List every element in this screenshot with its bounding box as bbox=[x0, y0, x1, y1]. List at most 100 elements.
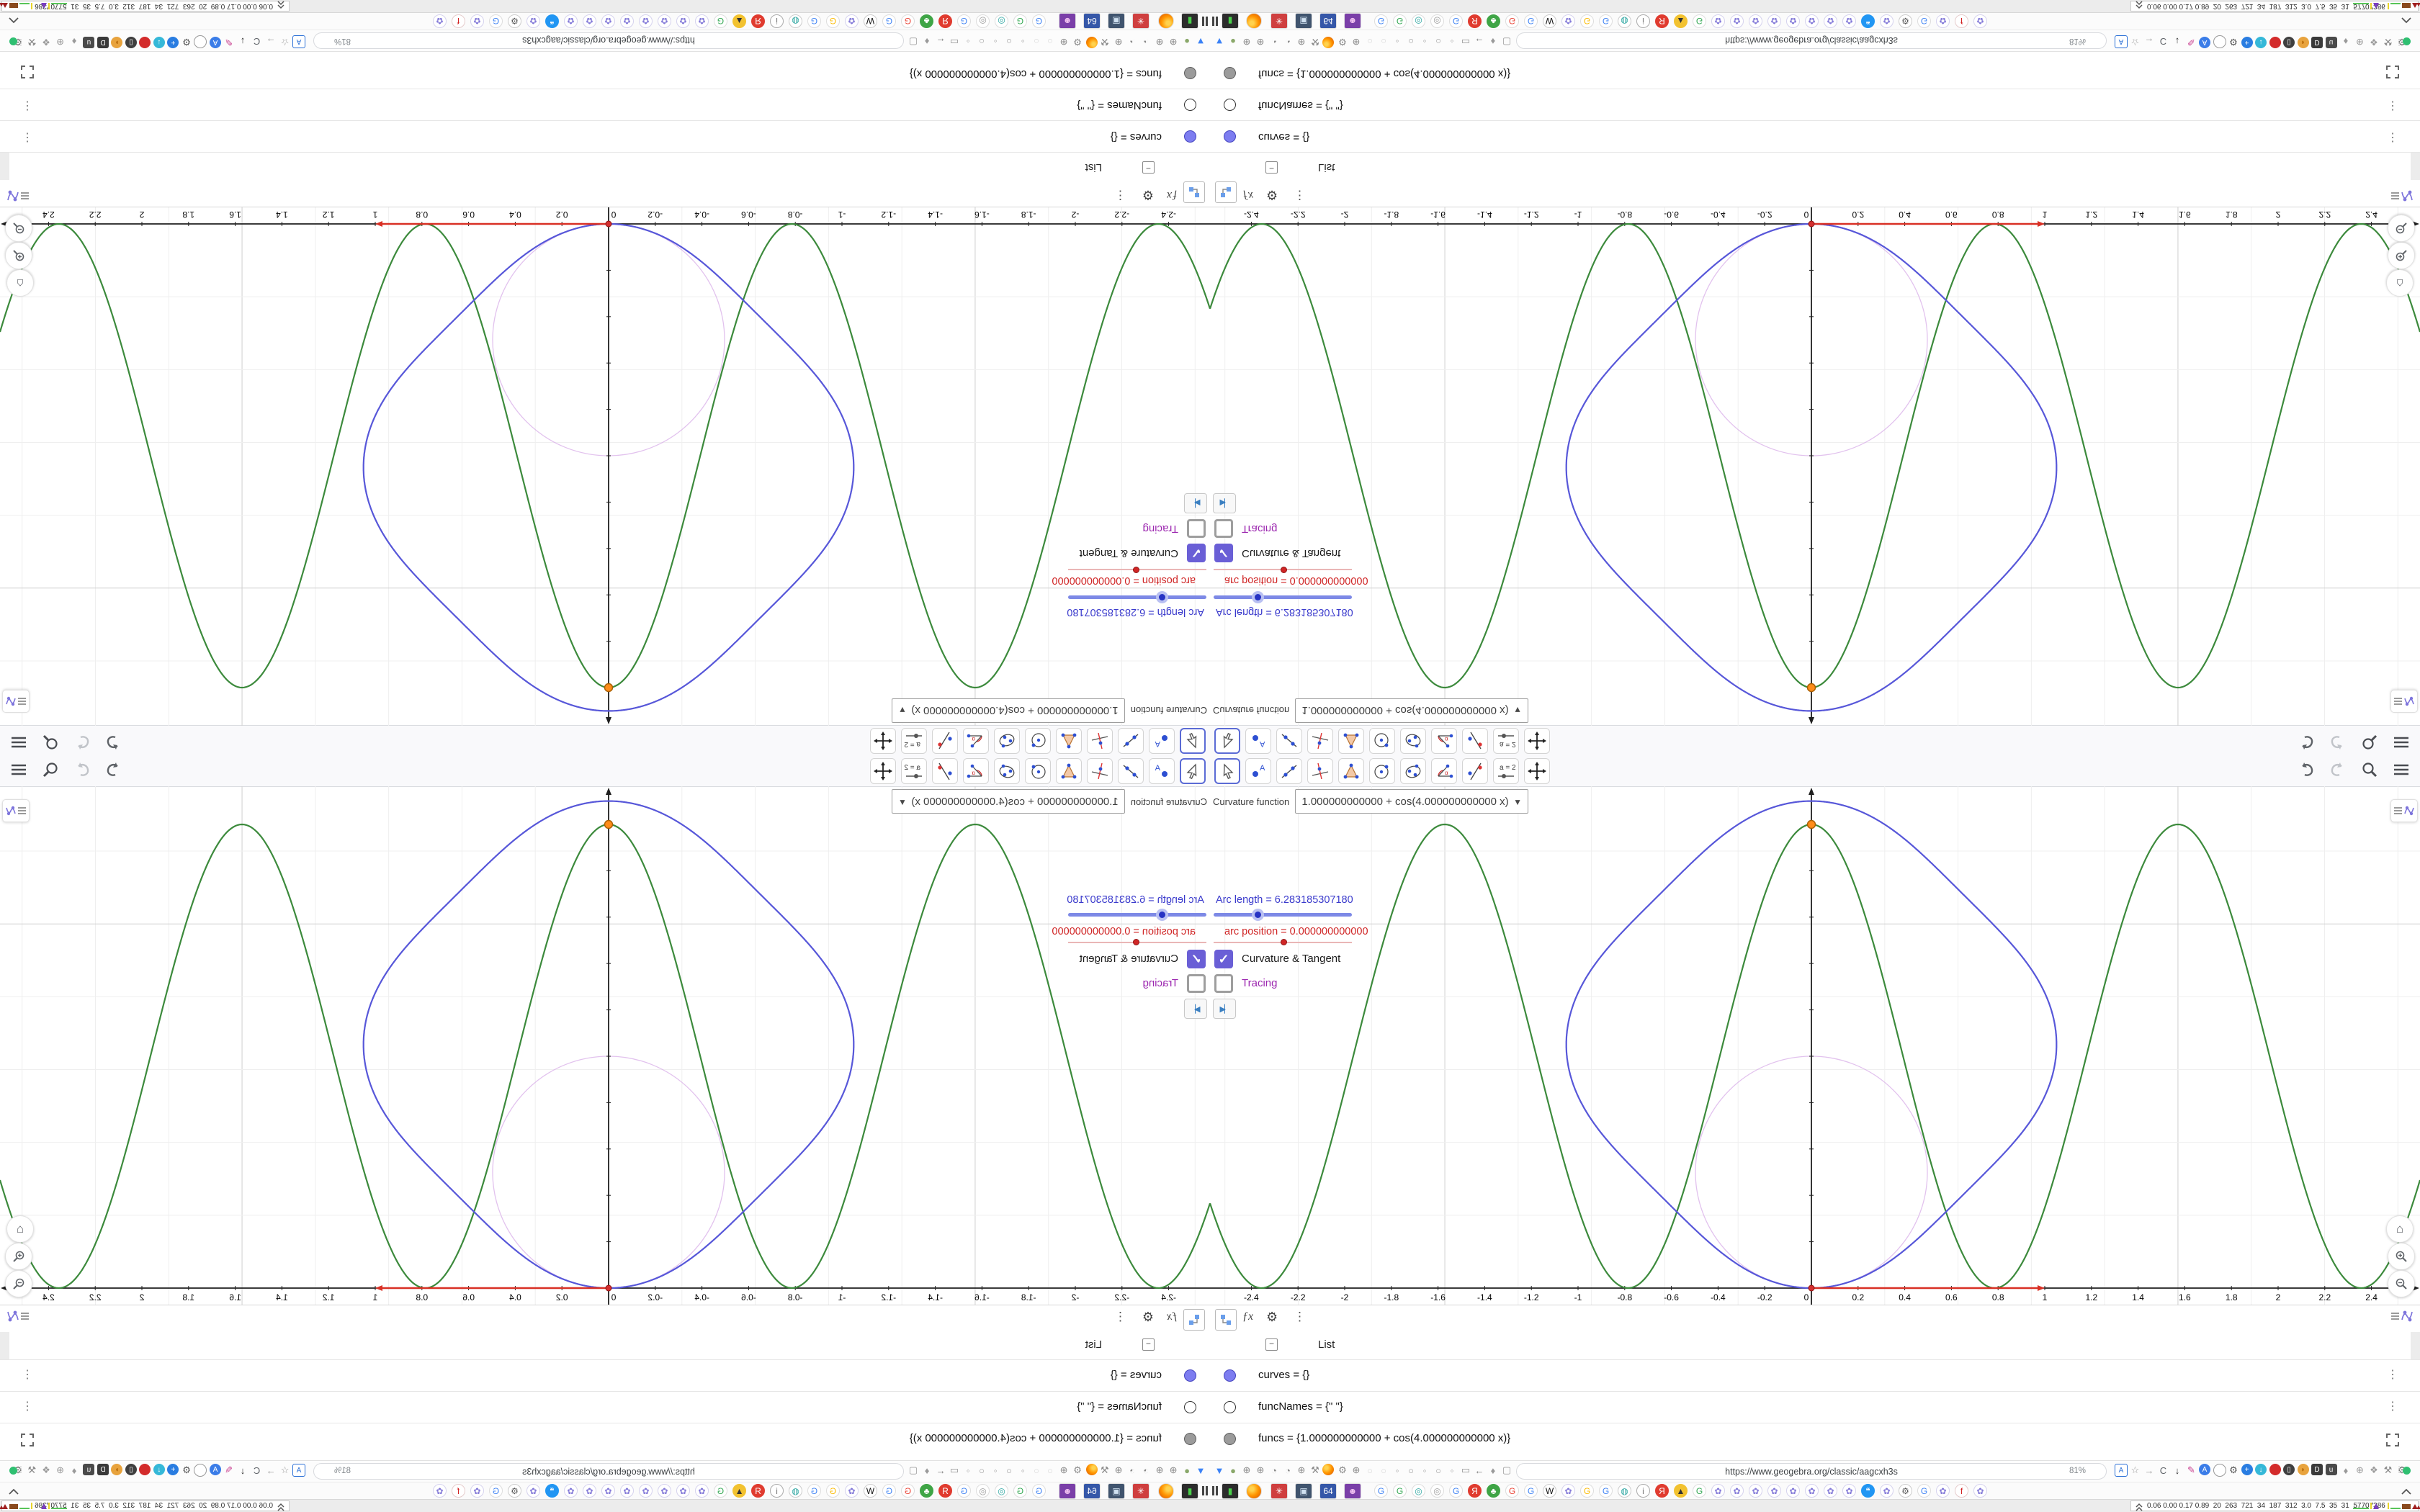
flower-icon[interactable]: ✿ bbox=[639, 1484, 653, 1498]
circle-tool-button[interactable] bbox=[1025, 728, 1051, 754]
flower-icon[interactable]: ✿ bbox=[1842, 14, 1856, 28]
radio-icon[interactable]: ◦ bbox=[1016, 35, 1029, 48]
line-tool-button[interactable] bbox=[1276, 728, 1302, 754]
monitor-bookmark-icon[interactable]: ▣ bbox=[1108, 13, 1125, 29]
lock-icon[interactable]: ▢ bbox=[1500, 35, 1513, 48]
terminal-bookmark-icon[interactable]: ▮ bbox=[1222, 1483, 1239, 1499]
folder-icon[interactable]: ▭ bbox=[948, 1464, 961, 1477]
wrench-icon[interactable]: ⚒ bbox=[1098, 35, 1111, 48]
angle-tool-button[interactable]: α bbox=[1431, 758, 1457, 784]
target-icon[interactable]: ◎ bbox=[1412, 1484, 1425, 1498]
yandex-icon[interactable]: Я bbox=[1655, 1484, 1669, 1498]
gear-dark-icon[interactable]: ⚙ bbox=[2227, 35, 2240, 48]
opensuse-bookmark-icon[interactable]: ✳ bbox=[1270, 1483, 1288, 1499]
tracing-checkbox[interactable] bbox=[1187, 519, 1206, 538]
move-view-tool-button[interactable] bbox=[1524, 758, 1550, 784]
google-icon[interactable]: G bbox=[1599, 1484, 1613, 1498]
globe-icon[interactable]: ⊕ bbox=[1057, 1464, 1070, 1477]
google-icon[interactable]: G bbox=[826, 14, 840, 28]
screenshot-icon[interactable]: ● bbox=[1180, 35, 1193, 48]
fullscreen-button[interactable] bbox=[2385, 61, 2400, 79]
double-chevron-icon[interactable] bbox=[2136, 1502, 2143, 1512]
translate-icon[interactable]: A bbox=[2115, 35, 2128, 48]
tracing-checkbox[interactable] bbox=[1214, 974, 1233, 993]
circle-tool-button[interactable] bbox=[1369, 758, 1395, 784]
flower-icon[interactable]: ✿ bbox=[583, 1484, 596, 1498]
mouse-icon[interactable] bbox=[2213, 1464, 2226, 1477]
dim-circle-icon[interactable]: ○ bbox=[1044, 35, 1057, 48]
gauge-icon[interactable]: ◔ bbox=[1281, 1464, 1294, 1477]
settings-gear-button[interactable]: ⚙ bbox=[1266, 1310, 1278, 1325]
gear-dark-icon[interactable]: ⚙ bbox=[180, 35, 193, 48]
ublock-icon[interactable]: u bbox=[83, 1464, 95, 1475]
nature-icon[interactable]: ♣ bbox=[1487, 1484, 1500, 1498]
target-icon[interactable]: ◎ bbox=[1430, 1484, 1444, 1498]
f-icon[interactable]: f bbox=[452, 14, 465, 28]
list-header-row[interactable]: − List bbox=[0, 58, 1210, 180]
google-icon[interactable]: G bbox=[1032, 1484, 1046, 1498]
terminal-bookmark-icon[interactable]: ▮ bbox=[1181, 13, 1198, 29]
translate-icon[interactable]: A bbox=[292, 1464, 305, 1477]
google-icon[interactable]: G bbox=[714, 1484, 727, 1498]
circle-icon[interactable]: ○ bbox=[1003, 35, 1016, 48]
ublock-icon[interactable]: u bbox=[2325, 1464, 2337, 1475]
globe-icon[interactable]: ⊕ bbox=[1240, 1464, 1253, 1477]
floppy64-bookmark-icon[interactable]: 64 bbox=[1083, 13, 1101, 29]
reload-icon[interactable]: C bbox=[251, 35, 264, 48]
plus-icon[interactable]: + bbox=[167, 1464, 179, 1475]
dim-circle-icon[interactable]: ○ bbox=[1030, 35, 1043, 48]
wrench-icon[interactable]: ⚒ bbox=[26, 35, 39, 48]
algebra-row-curves[interactable]: curves = {} ⋮ bbox=[0, 1359, 1210, 1391]
globe-icon[interactable]: ⊕ bbox=[2354, 1464, 2367, 1477]
search-button[interactable] bbox=[40, 732, 60, 752]
planet-icon[interactable]: ◗ bbox=[111, 1464, 123, 1475]
download-icon[interactable]: ↓ bbox=[236, 35, 249, 48]
terminal-bookmark-icon[interactable]: ▮ bbox=[1222, 13, 1239, 29]
puzzle-icon[interactable]: ❖ bbox=[40, 35, 53, 48]
downloader-icon[interactable]: ↓ bbox=[153, 1464, 165, 1475]
dim-circle-icon[interactable]: ○ bbox=[1363, 1464, 1376, 1477]
flower-icon[interactable]: ✿ bbox=[1561, 1484, 1575, 1498]
visibility-marble[interactable] bbox=[1184, 1401, 1196, 1413]
search-button[interactable] bbox=[2360, 732, 2380, 752]
overflow-dots-icon[interactable]: ⋮ bbox=[2395, 37, 2403, 48]
wrench-icon[interactable]: ⚒ bbox=[1309, 1464, 1322, 1477]
chevron-up-icon[interactable] bbox=[9, 14, 19, 27]
trash-icon[interactable]: ▯ bbox=[125, 37, 137, 48]
flower-icon[interactable]: ✿ bbox=[1805, 14, 1819, 28]
slider-tool-button[interactable]: a = 2 bbox=[1493, 728, 1519, 754]
gear-dark-icon[interactable]: ⚙ bbox=[2227, 1464, 2240, 1477]
google-icon[interactable]: G bbox=[1032, 14, 1046, 28]
flower-icon[interactable]: ✿ bbox=[676, 1484, 690, 1498]
gear-icon[interactable]: ⚙ bbox=[1336, 1464, 1349, 1477]
trash-icon[interactable]: ▯ bbox=[2283, 37, 2295, 48]
info-icon[interactable]: i bbox=[1636, 14, 1650, 28]
flower-icon[interactable]: ✿ bbox=[564, 14, 578, 28]
wikipedia-icon[interactable]: W bbox=[864, 14, 877, 28]
perpendicular-line-tool-button[interactable] bbox=[1307, 728, 1333, 754]
google-icon[interactable]: G bbox=[1917, 14, 1931, 28]
tree-view-button[interactable] bbox=[1183, 1309, 1205, 1331]
target-icon[interactable]: ◎ bbox=[976, 14, 990, 28]
globe-icon[interactable]: ⊕ bbox=[1153, 35, 1166, 48]
shield-icon[interactable]: ♦ bbox=[920, 35, 933, 48]
arc-position-slider-handle[interactable] bbox=[1133, 939, 1139, 945]
flower-icon[interactable]: ✿ bbox=[564, 1484, 578, 1498]
radio-icon[interactable]: ◦ bbox=[1418, 1464, 1431, 1477]
visibility-marble[interactable] bbox=[1224, 67, 1236, 79]
downloader-icon[interactable]: ↓ bbox=[153, 37, 165, 48]
marker-icon[interactable]: ✎ bbox=[223, 35, 236, 48]
flower-icon[interactable]: ✿ bbox=[1824, 1484, 1837, 1498]
globe-icon[interactable]: ⊕ bbox=[1112, 1464, 1125, 1477]
forward-arrow-icon[interactable]: → bbox=[264, 35, 277, 48]
move-tool-button[interactable] bbox=[1214, 728, 1240, 754]
globe-icon[interactable]: ⊕ bbox=[1167, 35, 1180, 48]
point-tool-button[interactable]: A bbox=[1245, 758, 1271, 784]
move-tool-button[interactable] bbox=[1214, 758, 1240, 784]
google-icon[interactable]: G bbox=[807, 1484, 821, 1498]
algebra-row-curves[interactable]: curves = {} ⋮ bbox=[0, 121, 1210, 153]
circle-tool-button[interactable] bbox=[1369, 728, 1395, 754]
firefox-icon[interactable] bbox=[1086, 1464, 1098, 1475]
globe-icon[interactable]: ⊕ bbox=[54, 35, 67, 48]
flower-icon[interactable]: ✿ bbox=[1805, 1484, 1819, 1498]
